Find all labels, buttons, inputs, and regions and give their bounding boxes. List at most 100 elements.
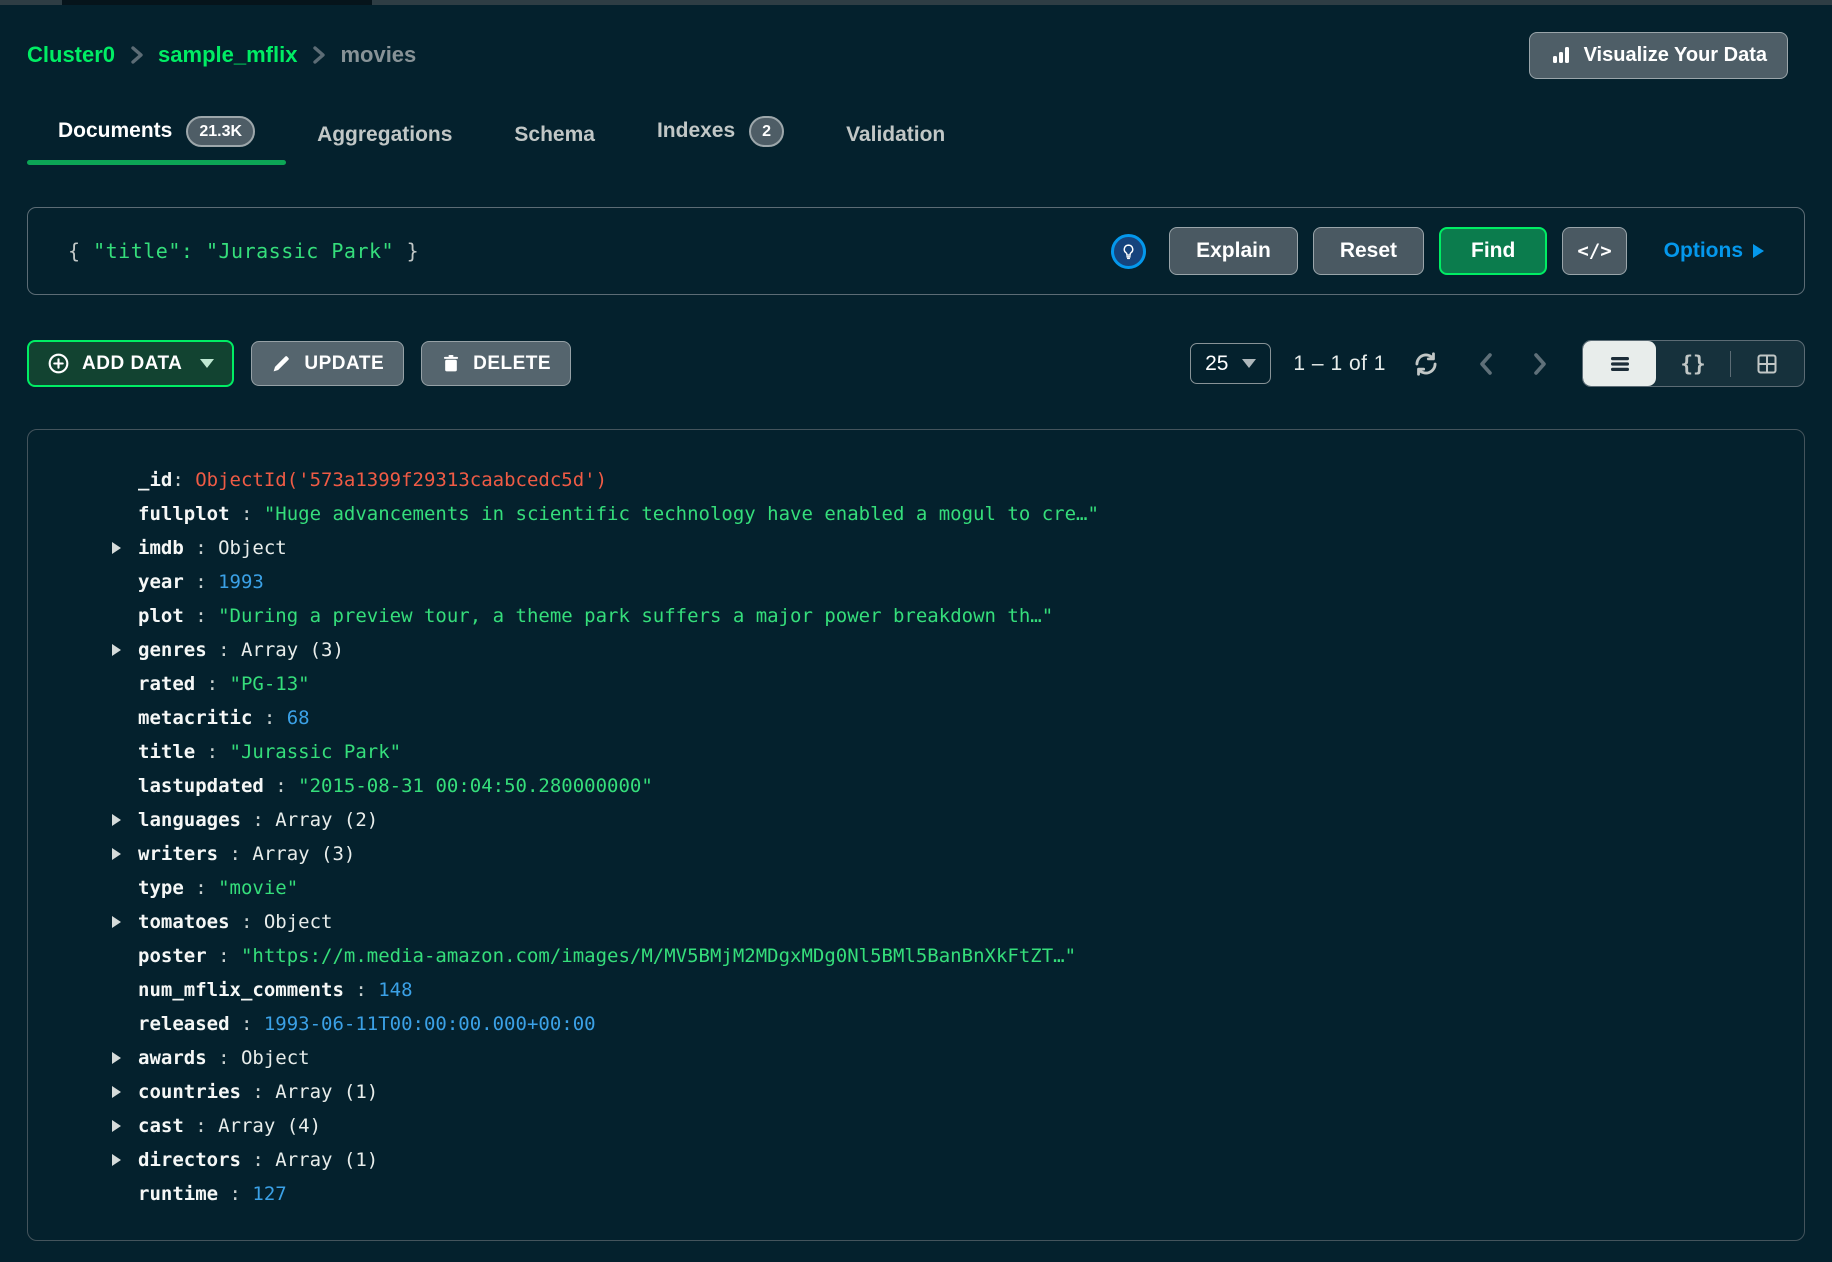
- field-key: cast: [138, 1115, 184, 1137]
- pagination-range: 1 – 1 of 1: [1293, 352, 1386, 376]
- json-view-toggle[interactable]: {}: [1656, 341, 1729, 386]
- tab-label: Validation: [846, 123, 945, 147]
- update-button[interactable]: UPDATE: [251, 341, 404, 386]
- document-field-row[interactable]: plot : "During a preview tour, a theme p…: [28, 599, 1804, 633]
- field-key: year: [138, 571, 184, 593]
- document-field-row[interactable]: writers : Array (3): [28, 837, 1804, 871]
- field-value: 148: [378, 979, 412, 1001]
- pager: [1472, 347, 1554, 381]
- table-view-toggle[interactable]: [1731, 341, 1804, 386]
- field-value: Object: [218, 537, 287, 559]
- document-field-row[interactable]: type : "movie": [28, 871, 1804, 905]
- tab-validation[interactable]: Validation: [815, 123, 976, 165]
- expand-caret-icon: [112, 610, 138, 622]
- document-field-row[interactable]: cast : Array (4): [28, 1109, 1804, 1143]
- document-field-row[interactable]: genres : Array (3): [28, 633, 1804, 667]
- field-key: _id: [138, 469, 172, 491]
- field-separator: :: [184, 605, 218, 627]
- insights-lightbulb-icon[interactable]: [1111, 234, 1146, 269]
- update-label: UPDATE: [304, 353, 384, 375]
- expand-caret-icon[interactable]: [112, 644, 138, 656]
- tab-aggregations[interactable]: Aggregations: [286, 123, 483, 165]
- document-field-row[interactable]: fullplot : "Huge advancements in scienti…: [28, 497, 1804, 531]
- expand-caret-icon[interactable]: [112, 1120, 138, 1132]
- refresh-button[interactable]: [1408, 346, 1444, 382]
- document-field-row[interactable]: lastupdated : "2015-08-31 00:04:50.28000…: [28, 769, 1804, 803]
- query-actions: Explain Reset Find </> Options: [1111, 227, 1782, 275]
- expand-caret-icon[interactable]: [112, 848, 138, 860]
- tab-indexes[interactable]: Indexes 2: [626, 116, 815, 165]
- code-toggle-button[interactable]: </>: [1562, 227, 1626, 275]
- field-key: tomatoes: [138, 911, 230, 933]
- delete-label: DELETE: [473, 353, 551, 375]
- expand-caret-icon[interactable]: [112, 814, 138, 826]
- add-data-button[interactable]: ADD DATA: [27, 340, 234, 387]
- expand-caret-icon[interactable]: [112, 916, 138, 928]
- pencil-icon: [271, 353, 292, 374]
- options-link[interactable]: Options: [1664, 239, 1764, 263]
- list-view-icon: [1609, 355, 1631, 373]
- document-field-row[interactable]: directors : Array (1): [28, 1143, 1804, 1177]
- document-field-row[interactable]: metacritic : 68: [28, 701, 1804, 735]
- document-field-row[interactable]: poster : "https://m.media-amazon.com/ima…: [28, 939, 1804, 973]
- expand-caret-icon[interactable]: [112, 1086, 138, 1098]
- field-value: Array (1): [275, 1149, 378, 1171]
- chevron-right-icon: [129, 44, 144, 66]
- field-key: countries: [138, 1081, 241, 1103]
- explain-button[interactable]: Explain: [1169, 227, 1298, 275]
- document-field-row[interactable]: _id : ObjectId('573a1399f29313caabcedc5d…: [28, 463, 1804, 497]
- field-key: genres: [138, 639, 207, 661]
- breadcrumb-database[interactable]: sample_mflix: [158, 42, 297, 68]
- document-field-row[interactable]: imdb : Object: [28, 531, 1804, 565]
- expand-caret-icon[interactable]: [112, 1154, 138, 1166]
- delete-button[interactable]: DELETE: [421, 341, 571, 386]
- breadcrumb-cluster[interactable]: Cluster0: [27, 42, 115, 68]
- expand-caret-icon[interactable]: [112, 542, 138, 554]
- previous-page-button[interactable]: [1472, 347, 1500, 381]
- document-field-row[interactable]: awards : Object: [28, 1041, 1804, 1075]
- expand-caret-icon[interactable]: [112, 1052, 138, 1064]
- query-bar: { "title": "Jurassic Park" } Explain Res…: [27, 207, 1805, 295]
- tab-documents[interactable]: Documents 21.3K: [27, 116, 286, 165]
- document-field-row[interactable]: tomatoes : Object: [28, 905, 1804, 939]
- toolbar-right: 25 1 – 1 of 1: [1190, 340, 1805, 387]
- field-key: runtime: [138, 1183, 218, 1205]
- field-key: released: [138, 1013, 230, 1035]
- document-field-row[interactable]: languages : Array (2): [28, 803, 1804, 837]
- tab-label: Indexes: [657, 119, 735, 143]
- tab-label: Documents: [58, 119, 172, 143]
- reset-button[interactable]: Reset: [1313, 227, 1424, 275]
- next-page-button[interactable]: [1526, 347, 1554, 381]
- document-field-row[interactable]: title : "Jurassic Park": [28, 735, 1804, 769]
- field-key: awards: [138, 1047, 207, 1069]
- expand-caret-icon: [112, 984, 138, 996]
- add-data-caret-icon: [200, 359, 214, 368]
- field-value: "During a preview tour, a theme park suf…: [218, 605, 1053, 627]
- tab-schema[interactable]: Schema: [483, 123, 626, 165]
- document-field-row[interactable]: num_mflix_comments : 148: [28, 973, 1804, 1007]
- bar-chart-icon: [1550, 44, 1572, 66]
- expand-caret-icon: [112, 1188, 138, 1200]
- field-key: writers: [138, 843, 218, 865]
- field-separator: :: [207, 1047, 241, 1069]
- document-field-row[interactable]: runtime : 127: [28, 1177, 1804, 1211]
- list-view-toggle[interactable]: [1583, 341, 1656, 386]
- visualize-your-data-button[interactable]: Visualize Your Data: [1529, 32, 1788, 79]
- document-field-row[interactable]: released : 1993-06-11T00:00:00.000+00:00: [28, 1007, 1804, 1041]
- document-card: _id : ObjectId('573a1399f29313caabcedc5d…: [27, 429, 1805, 1241]
- find-button[interactable]: Find: [1439, 227, 1547, 275]
- visualize-your-data-label: Visualize Your Data: [1584, 44, 1767, 67]
- expand-caret-icon: [112, 712, 138, 724]
- field-key: type: [138, 877, 184, 899]
- document-field-row[interactable]: countries : Array (1): [28, 1075, 1804, 1109]
- query-input[interactable]: { "title": "Jurassic Park" }: [68, 239, 1111, 263]
- field-value: "PG-13": [230, 673, 310, 695]
- document-field-row[interactable]: rated : "PG-13": [28, 667, 1804, 701]
- field-value: 1993-06-11T00:00:00.000+00:00: [264, 1013, 596, 1035]
- field-value: 127: [252, 1183, 286, 1205]
- field-separator: :: [218, 843, 252, 865]
- field-value: Object: [241, 1047, 310, 1069]
- field-separator: :: [230, 1013, 264, 1035]
- page-size-dropdown[interactable]: 25: [1190, 343, 1271, 384]
- document-field-row[interactable]: year : 1993: [28, 565, 1804, 599]
